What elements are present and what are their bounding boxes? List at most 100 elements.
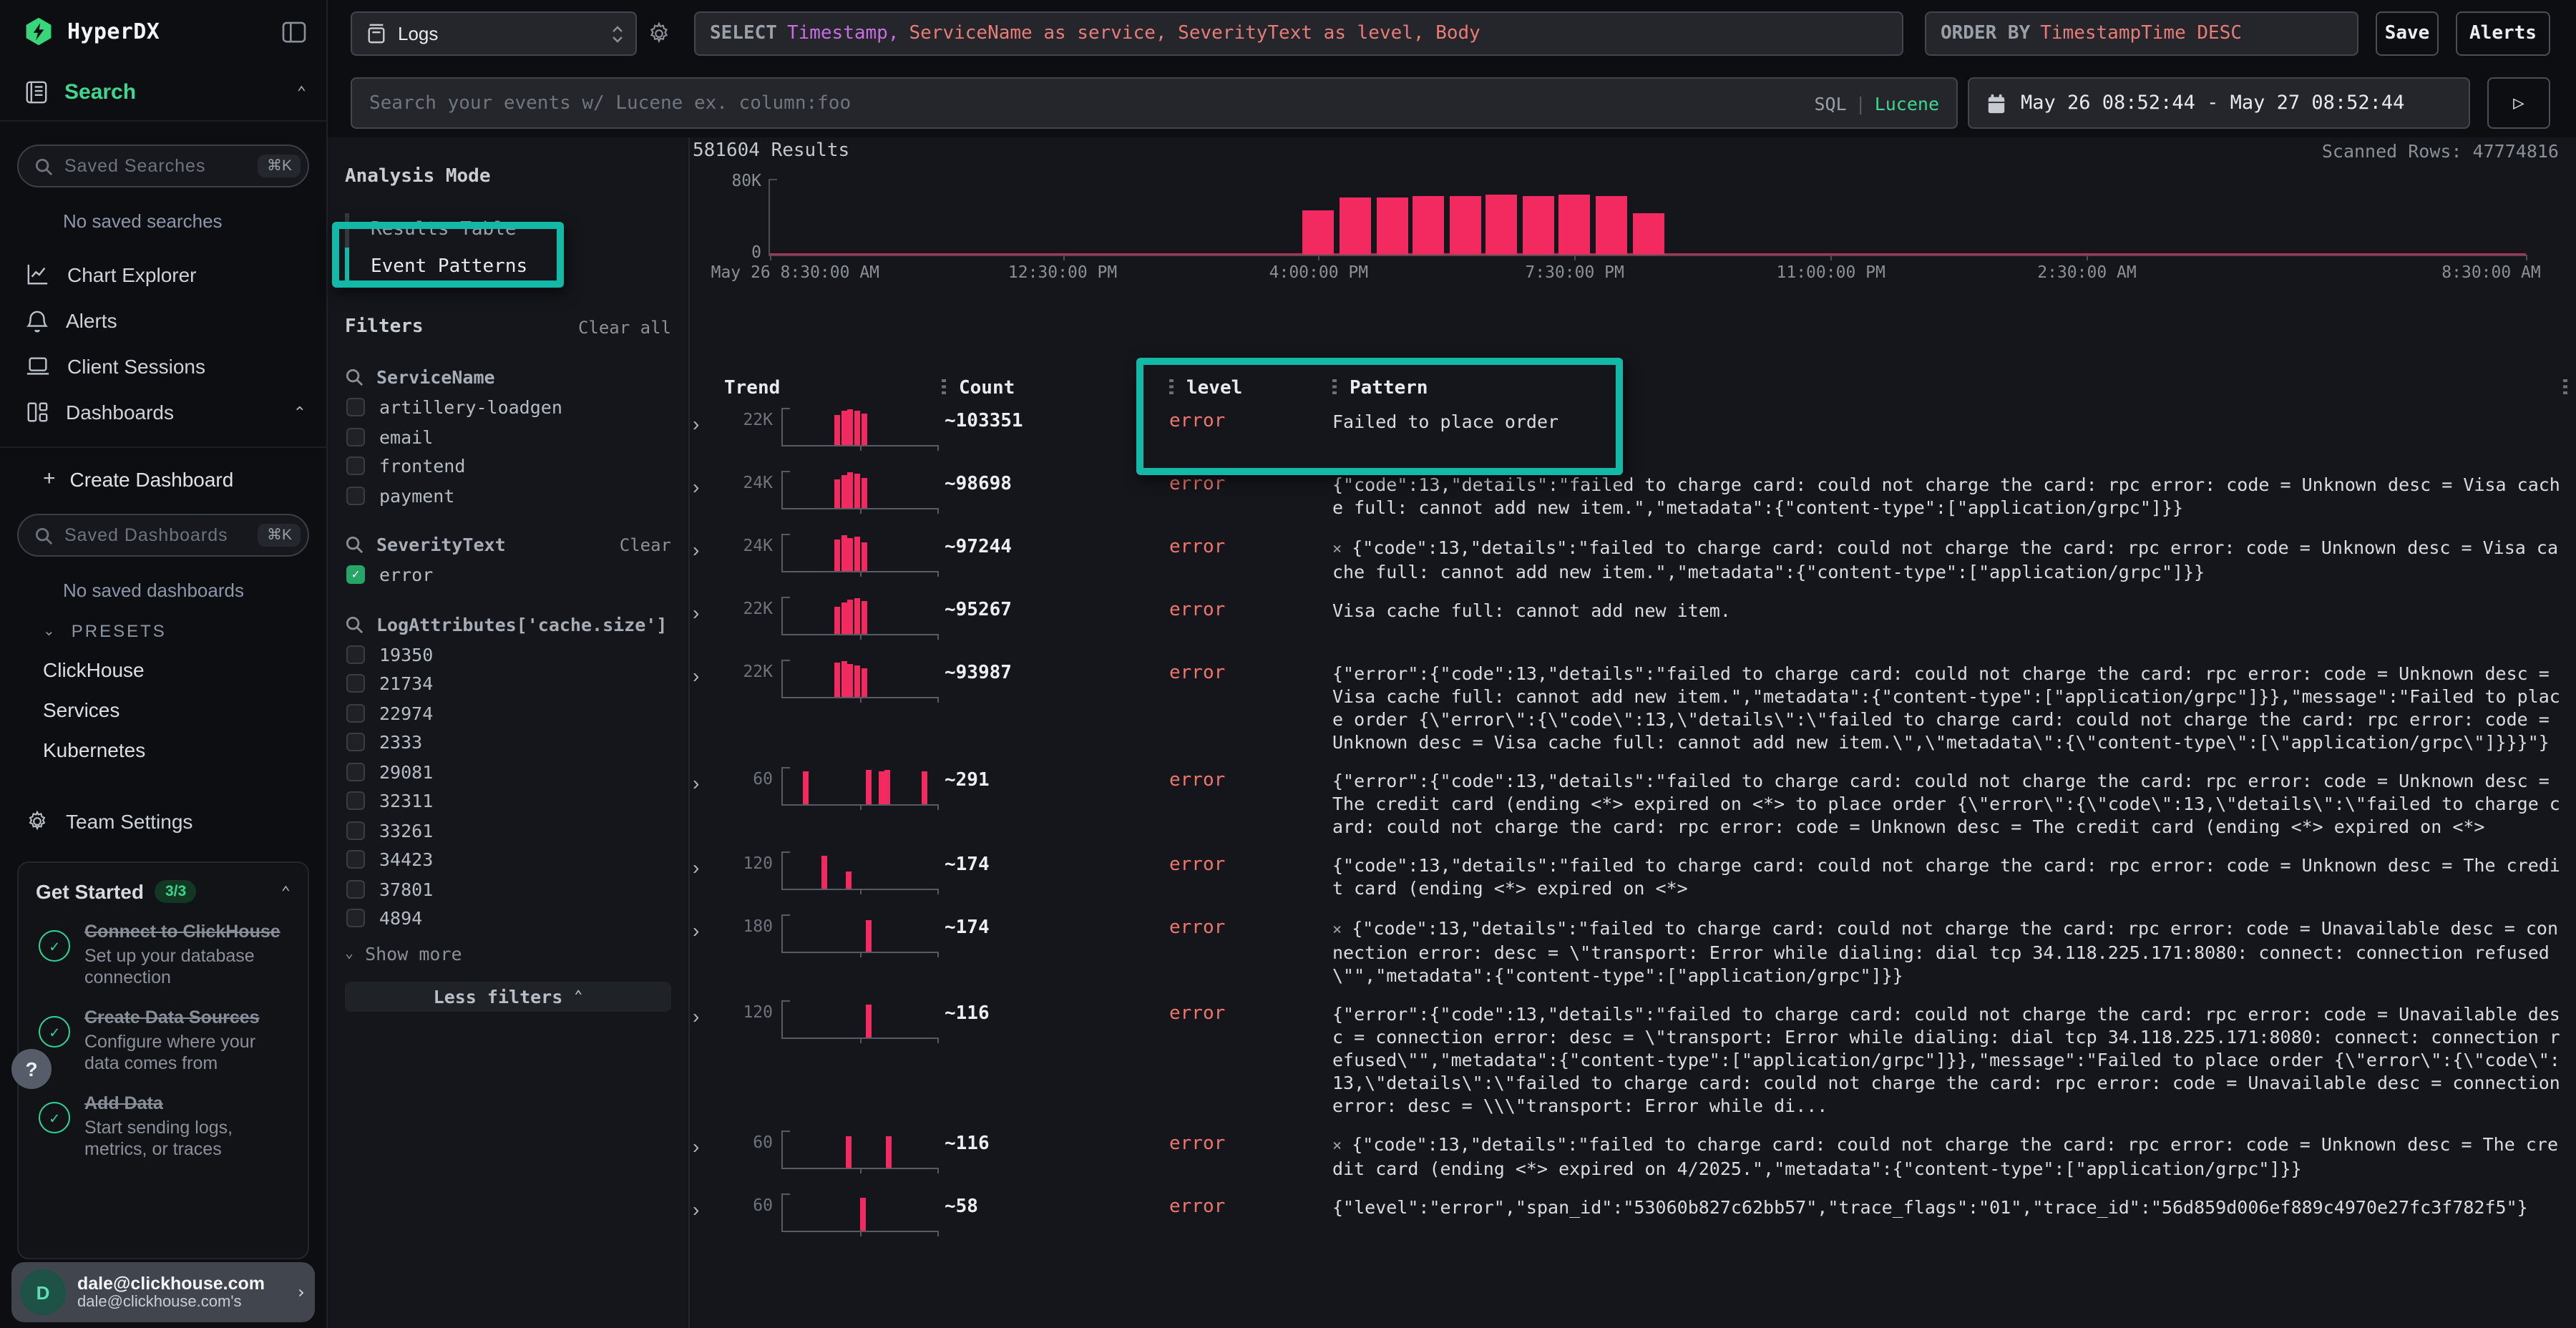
filter-clear-link[interactable]: Clear [620,534,671,555]
histogram-bar[interactable] [1449,196,1480,255]
select-clause-input[interactable]: SELECT Timestamp, ServiceName as service… [694,11,1903,56]
filter-value-row[interactable]: 29081 [345,761,671,781]
checkbox[interactable] [346,645,365,663]
drag-handle-icon[interactable] [942,379,946,398]
get-started-step[interactable]: ✓Connect to ClickHouseSet up your databa… [36,922,291,989]
histogram-bar[interactable] [1523,196,1554,255]
checkbox[interactable] [346,427,365,446]
table-row[interactable]: ›120~116error{"error":{"code":13,"detail… [693,996,2567,1118]
histogram-bar[interactable] [1340,197,1371,255]
show-more-link[interactable]: ⌄ Show more [345,942,671,964]
filter-value-row[interactable]: 19350 [345,644,671,664]
drag-handle-icon[interactable] [1169,379,1174,398]
collapse-sidebar-icon[interactable] [282,21,306,42]
checkbox[interactable] [346,398,365,416]
saved-dashboards-input[interactable]: Saved Dashboards ⌘K [17,514,309,557]
drag-handle-icon[interactable] [1332,379,1337,398]
table-row[interactable]: ›24K~97244error×{"code":13,"details":"fa… [693,529,2567,584]
run-query-button[interactable]: ▷ [2487,77,2550,129]
table-row[interactable]: ›60~116error×{"code":13,"details":"faile… [693,1126,2567,1181]
histogram-bar[interactable] [1413,196,1444,255]
less-filters-button[interactable]: Less filters ⌃ [345,981,671,1011]
checkbox[interactable] [346,703,365,722]
table-row[interactable]: ›22K~103351errorFailed to place order [693,404,2567,458]
sidebar-item-search[interactable]: Search ⌃ [0,63,326,122]
column-header-count[interactable]: Count [942,378,1169,399]
save-button[interactable]: Save [2376,11,2439,56]
expand-row-chevron-icon[interactable]: › [693,529,724,561]
saved-searches-input[interactable]: Saved Searches ⌘K [17,145,309,187]
histogram-bar[interactable] [1596,196,1627,255]
dismiss-x-icon[interactable]: × [1332,920,1342,939]
table-row[interactable]: ›22K~95267errorVisa cache full: cannot a… [693,592,2567,647]
table-row[interactable]: ›60~58error{"level":"error","span_id":"5… [693,1189,2567,1244]
lang-lucene[interactable]: Lucene [1875,92,1939,114]
histogram-bar[interactable] [1376,198,1407,255]
mode-results-table[interactable]: Results Table [345,210,671,248]
checkbox[interactable] [346,879,365,898]
expand-row-chevron-icon[interactable]: › [693,996,724,1027]
expand-row-chevron-icon[interactable]: › [693,1126,724,1158]
histogram-bar[interactable] [1486,195,1518,255]
expand-row-chevron-icon[interactable]: › [693,655,724,687]
column-header-trend[interactable]: Trend [724,378,942,399]
filter-value-row[interactable]: 2333 [345,732,671,752]
checkbox[interactable] [346,674,365,693]
expand-row-chevron-icon[interactable]: › [693,910,724,942]
source-settings-gear-icon[interactable] [647,21,671,46]
sidebar-preset-clickhouse[interactable]: ClickHouse [43,658,326,681]
filter-value-row[interactable]: 4894 [345,908,671,928]
dismiss-x-icon[interactable]: × [1332,1136,1342,1155]
table-row[interactable]: ›24K~98698error{"code":13,"details":"fai… [693,467,2567,521]
checkbox[interactable] [346,456,365,475]
expand-row-chevron-icon[interactable]: › [693,404,724,435]
date-range-picker[interactable]: May 26 08:52:44 - May 27 08:52:44 [1968,77,2470,129]
column-header-pattern[interactable]: Pattern [1332,378,2567,399]
user-menu[interactable]: D dale@clickhouse.com dale@clickhouse.co… [11,1262,315,1322]
filter-value-row[interactable]: 21734 [345,673,671,693]
checkbox[interactable] [346,791,365,810]
table-row[interactable]: ›120~174error{"code":13,"details":"faile… [693,847,2567,902]
chevron-up-icon[interactable]: ⌃ [293,403,306,421]
table-row[interactable]: ›180~174error×{"code":13,"details":"fail… [693,910,2567,987]
histogram-bar[interactable] [1632,213,1664,255]
get-started-step[interactable]: ✓Create Data SourcesConfigure where your… [36,1007,291,1075]
sidebar-item-chart-explorer[interactable]: Chart Explorer [0,252,326,298]
column-header-level[interactable]: level [1169,378,1332,399]
query-language-toggle[interactable]: SQL|Lucene [1814,92,1939,114]
clear-all-filters-link[interactable]: Clear all [578,317,671,337]
alerts-button[interactable]: Alerts [2456,11,2550,56]
filter-value-row[interactable]: email [345,426,671,446]
get-started-step[interactable]: ✓Add DataStart sending logs, metrics, or… [36,1093,291,1161]
checkbox[interactable] [346,762,365,781]
create-dashboard-button[interactable]: + Create Dashboard [43,467,326,491]
checkbox[interactable] [346,850,365,869]
lang-sql[interactable]: SQL [1814,92,1846,114]
expand-row-chevron-icon[interactable]: › [693,467,724,498]
drag-handle-icon[interactable] [2563,379,2567,398]
histogram-bar[interactable] [1559,195,1591,255]
help-button[interactable]: ? [11,1049,52,1089]
orderby-input[interactable]: ORDER BY TimestampTime DESC [1925,11,2358,56]
sidebar-item-dashboards[interactable]: Dashboards ⌃ [0,389,326,435]
expand-row-chevron-icon[interactable]: › [693,847,724,879]
dismiss-x-icon[interactable]: × [1332,540,1342,558]
source-select[interactable]: Logs [351,11,637,56]
sidebar-preset-services[interactable]: Services [43,698,326,721]
results-histogram[interactable]: 80K0May 26 8:30:00 AM12:30:00 PM4:00:00 … [769,179,2526,256]
filter-value-row[interactable]: 33261 [345,820,671,840]
filter-value-row[interactable]: ✓error [345,565,671,585]
filter-value-row[interactable]: 34423 [345,849,671,869]
mode-event-patterns[interactable]: Event Patterns [345,248,671,285]
sidebar-item-client-sessions[interactable]: Client Sessions [0,343,326,389]
filter-value-row[interactable]: 32311 [345,791,671,811]
checkbox[interactable] [346,486,365,504]
expand-row-chevron-icon[interactable]: › [693,592,724,624]
table-row[interactable]: ›22K~93987error{"error":{"code":13,"deta… [693,655,2567,754]
filter-value-row[interactable]: payment [345,485,671,505]
filter-value-row[interactable]: 22974 [345,703,671,723]
sidebar-item-alerts[interactable]: Alerts [0,298,326,343]
expand-row-chevron-icon[interactable]: › [693,763,724,794]
sidebar-preset-kubernetes[interactable]: Kubernetes [43,738,326,761]
presets-toggle[interactable]: ⌄ PRESETS [43,621,326,641]
